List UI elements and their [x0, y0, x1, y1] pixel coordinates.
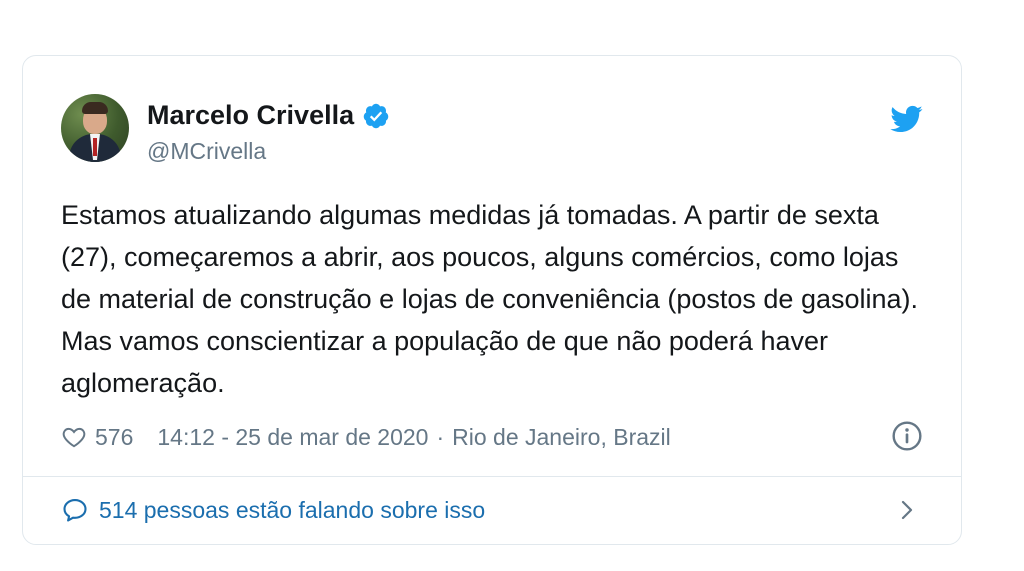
like-count[interactable]: 576 [95, 424, 133, 451]
speech-bubble-icon [63, 499, 87, 522]
author-name[interactable]: Marcelo Crivella [147, 100, 354, 131]
author-row: Marcelo Crivella [147, 100, 390, 131]
timestamp[interactable]: 14:12 - 25 de mar de 2020 [157, 424, 428, 451]
tweet-header: Marcelo Crivella @MCrivella [61, 94, 923, 164]
verified-badge-icon [363, 103, 389, 128]
conversation-link[interactable]: 514 pessoas estão falando sobre isso [61, 492, 923, 528]
tweet-card: Marcelo Crivella @MCrivella Estamos atua… [22, 55, 962, 545]
info-icon[interactable] [891, 420, 923, 452]
twitter-bird-icon[interactable] [889, 102, 923, 136]
tweet-meta: 576 14:12 - 25 de mar de 2020 · Rio de J… [61, 420, 923, 454]
heart-icon[interactable] [61, 424, 87, 450]
conversation-label[interactable]: 514 pessoas estão falando sobre isso [99, 497, 485, 524]
avatar[interactable] [61, 94, 129, 162]
tweet-text: Estamos atualizando algumas medidas já t… [61, 200, 926, 398]
location[interactable]: Rio de Janeiro, Brazil [452, 424, 671, 451]
divider [23, 476, 961, 477]
meta-separator: · [436, 423, 445, 450]
author-handle[interactable]: @MCrivella [147, 138, 266, 165]
chevron-right-icon[interactable] [897, 496, 917, 524]
